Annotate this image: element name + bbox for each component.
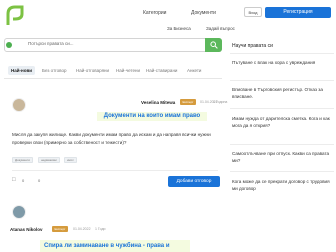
sidebar-article-link[interactable]: Вписване в Търговския регистър. Отказ за… xyxy=(232,86,332,100)
tag-chip[interactable]: Документи xyxy=(12,157,33,163)
divider xyxy=(230,108,334,109)
author-name[interactable]: Atanas Nikolov xyxy=(10,227,43,232)
tab-unanswered[interactable]: Без отговор xyxy=(42,68,67,73)
question-age: 1 Година xyxy=(213,100,228,104)
search-icon xyxy=(210,41,218,49)
tab-most-answered[interactable]: Най-отговаряни xyxy=(76,68,109,73)
divider xyxy=(230,80,334,81)
divider xyxy=(230,171,334,172)
answers-count: 0 xyxy=(22,178,25,183)
question-title[interactable]: Спира ли заминаване в чужбина - права и xyxy=(40,240,190,252)
sidebar-article-link[interactable]: Имам нужда от дарителска сметка. Кога и … xyxy=(232,115,332,129)
login-button[interactable]: Вход xyxy=(244,7,262,17)
top-bar: Категории Документи Вход Регистрация За … xyxy=(0,0,336,32)
sidebar-article-link[interactable]: Кога може да се прекрати договор с трудо… xyxy=(232,178,332,192)
tag-chip[interactable]: имот xyxy=(64,157,77,163)
nav-categories[interactable]: Категории xyxy=(143,10,166,16)
avatar[interactable] xyxy=(12,205,26,219)
nav-ask-question[interactable]: Задай въпрос xyxy=(206,26,235,31)
question-age: 1 Годи xyxy=(95,227,106,231)
sidebar xyxy=(228,38,336,252)
search-input[interactable]: Потърси правата си... xyxy=(28,41,74,46)
tab-polls[interactable]: Анкети xyxy=(187,68,201,73)
search-button[interactable] xyxy=(205,38,222,52)
expert-badge: Експерт xyxy=(52,226,68,232)
nav-for-business[interactable]: За Бизнеса xyxy=(167,26,191,31)
add-answer-button[interactable]: Добави отговор xyxy=(168,176,220,187)
bookmark-icon[interactable]: □ xyxy=(12,177,16,183)
sidebar-article-link[interactable]: Самоотлъчване при отпуск. Какви са права… xyxy=(232,150,332,164)
category-dot-icon xyxy=(6,42,12,48)
question-date: 01.04.2022 xyxy=(73,227,91,231)
site-logo[interactable] xyxy=(6,5,24,27)
sidebar-heading: Научи правата си xyxy=(232,43,273,49)
tab-most-read[interactable]: Най-четени xyxy=(116,68,140,73)
divider xyxy=(230,53,334,54)
register-button[interactable]: Регистрация xyxy=(265,7,331,18)
divider xyxy=(12,170,218,171)
avatar[interactable] xyxy=(12,98,26,112)
expert-badge: Експерт xyxy=(180,99,196,105)
question-body: Мисля да закупя жилище. Какви документи … xyxy=(12,132,211,145)
nav-documents[interactable]: Документи xyxy=(191,10,216,16)
views-count: 0 xyxy=(38,178,41,183)
question-title[interactable]: Документи на които имам право xyxy=(97,112,207,121)
sidebar-article-link[interactable]: Пътуване с влак на хора с увреждания xyxy=(232,59,332,66)
tab-newest[interactable]: Най-нови xyxy=(8,66,36,75)
tab-most-rated[interactable]: Най-ставирани xyxy=(146,68,177,73)
author-name[interactable]: Veselina Mitewa xyxy=(141,100,175,105)
divider xyxy=(230,144,334,145)
tag-chip[interactable]: недвижими xyxy=(38,157,60,163)
